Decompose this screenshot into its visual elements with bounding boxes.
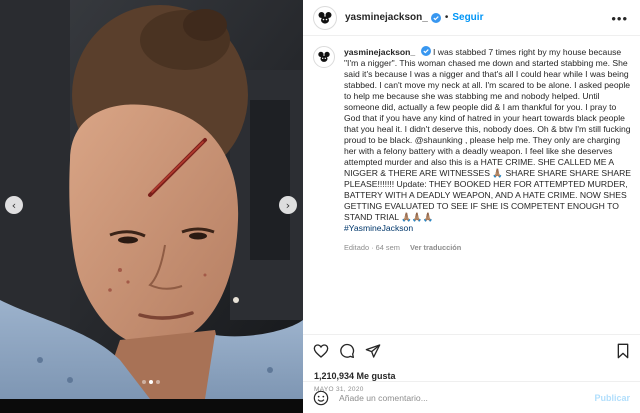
action-icons	[313, 341, 631, 361]
hashtag-link[interactable]: #YasmineJackson	[344, 223, 633, 234]
post-username[interactable]: yasminejackson_	[345, 12, 428, 23]
follow-button[interactable]: Seguir	[452, 12, 483, 23]
likes-count[interactable]: 1,210,934 Me gusta	[314, 371, 396, 381]
caption-text: I was stabbed 7 times right by my house …	[344, 47, 634, 222]
emoji-icon[interactable]	[313, 390, 329, 406]
comment-input[interactable]	[339, 392, 595, 403]
share-send-icon[interactable]	[365, 343, 381, 359]
verified-badge-icon	[420, 46, 431, 56]
edited-timestamp: Editado · 64 sem	[344, 243, 400, 252]
carousel-prev-button[interactable]: ‹	[5, 196, 23, 214]
header-separator: •	[444, 12, 449, 23]
caption-meta: Editado · 64 sem Ver traducción	[344, 242, 633, 253]
carousel-dot	[156, 380, 160, 384]
post-modal: ‹ › yasminejackson_ • Seguir ••• yasmine…	[0, 0, 640, 413]
post-header: yasminejackson_ • Seguir •••	[303, 0, 640, 36]
post-photo	[0, 0, 303, 399]
post-caption: yasminejackson_ I was stabbed 7 times ri…	[313, 46, 633, 253]
avatar-logo-icon	[318, 51, 330, 62]
carousel-next-button[interactable]: ›	[279, 196, 297, 214]
caption-avatar[interactable]	[313, 46, 335, 68]
see-translation-link[interactable]: Ver traducción	[410, 243, 461, 252]
comment-icon[interactable]	[339, 343, 355, 359]
caption-username[interactable]: yasminejackson_	[344, 47, 415, 57]
publish-button[interactable]: Publicar	[594, 393, 630, 403]
save-bookmark-icon[interactable]	[615, 343, 631, 359]
caption-body: yasminejackson_ I was stabbed 7 times ri…	[344, 46, 633, 253]
like-heart-icon[interactable]	[313, 343, 329, 359]
post-sidebar: yasminejackson_ • Seguir ••• yasminejack…	[303, 0, 640, 413]
more-options-icon[interactable]: •••	[611, 11, 628, 26]
carousel-dot	[142, 380, 146, 384]
verified-badge-icon	[430, 12, 441, 23]
avatar[interactable]	[313, 5, 337, 30]
avatar-logo-icon	[318, 11, 332, 24]
comment-bar: Publicar	[303, 381, 640, 413]
carousel-dot-active	[149, 380, 153, 384]
post-media: ‹ ›	[0, 0, 303, 399]
carousel-indicator	[142, 380, 160, 384]
